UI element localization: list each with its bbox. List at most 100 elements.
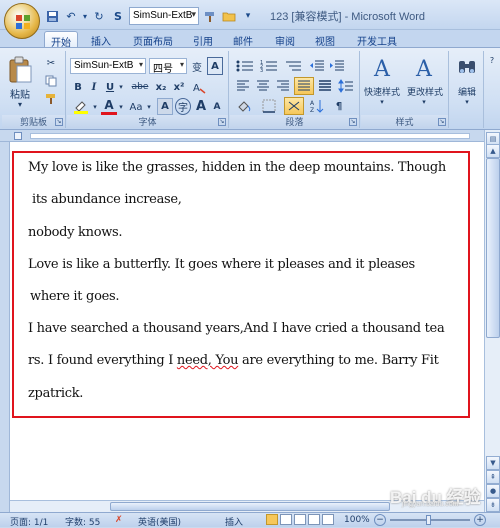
italic-button[interactable]: I <box>87 79 101 95</box>
undo-dropdown-icon[interactable]: ▾ <box>82 8 88 24</box>
change-styles-button[interactable]: 更改样式 <box>403 85 447 98</box>
tab-selector-icon[interactable] <box>14 132 22 140</box>
change-case-button[interactable]: Aa <box>127 99 145 115</box>
change-styles-dropdown-icon[interactable]: ▾ <box>417 97 431 107</box>
highlight-dropdown-icon[interactable]: ▾ <box>91 99 99 115</box>
tab-developer[interactable]: 开发工具 <box>352 31 402 48</box>
customize-qat-icon[interactable]: ▾ <box>240 8 256 24</box>
change-case-dropdown-icon[interactable]: ▾ <box>145 99 153 115</box>
scroll-up-icon[interactable]: ▲ <box>486 144 500 158</box>
hscroll-thumb[interactable] <box>110 502 390 511</box>
quick-styles-icon[interactable]: A <box>367 55 397 83</box>
underline-button[interactable]: U <box>103 79 117 95</box>
select-browse-object-icon[interactable]: ● <box>486 484 500 498</box>
vertical-ruler[interactable] <box>0 142 10 512</box>
paragraph-launcher-icon[interactable]: ↘ <box>349 118 357 126</box>
decrease-indent-icon[interactable] <box>308 58 326 74</box>
ribbon-help-icon[interactable]: ? <box>486 54 498 66</box>
shrink-font-button[interactable]: A <box>209 99 225 115</box>
bullets-icon[interactable] <box>234 58 256 74</box>
insert-mode[interactable]: 插入 <box>225 515 243 528</box>
change-styles-icon[interactable]: A <box>409 55 439 83</box>
editing-dropdown-icon[interactable]: ▾ <box>460 97 474 107</box>
clear-formatting-icon[interactable]: A <box>191 79 207 95</box>
multilevel-list-icon[interactable] <box>282 58 304 74</box>
paste-icon[interactable] <box>6 55 34 85</box>
cut-icon[interactable]: ✂ <box>42 55 60 71</box>
page-count[interactable]: 页面: 1/1 <box>10 515 48 528</box>
numbering-icon[interactable]: 123 <box>258 58 280 74</box>
horizontal-ruler[interactable] <box>0 130 484 142</box>
undo-icon[interactable]: ↶ <box>63 8 79 24</box>
font-launcher-icon[interactable]: ↘ <box>218 118 226 126</box>
binoculars-icon[interactable] <box>455 55 479 79</box>
tab-mailings[interactable]: 邮件 <box>228 31 258 48</box>
font-name-select[interactable]: SimSun-ExtB <box>70 58 146 74</box>
quick-styles-button[interactable]: 快速样式 <box>361 85 403 98</box>
justify-icon[interactable] <box>294 77 314 95</box>
outline-icon[interactable] <box>308 514 320 525</box>
sort-icon[interactable]: AZ <box>308 98 326 114</box>
character-border-button[interactable]: A <box>207 57 223 75</box>
proofing-error-icon[interactable]: ✗ <box>115 515 123 525</box>
highlight-icon[interactable] <box>71 99 91 115</box>
paste-dropdown-icon[interactable]: ▾ <box>6 99 34 109</box>
align-center-icon[interactable] <box>254 78 272 94</box>
zoom-slider-thumb[interactable] <box>426 515 431 525</box>
save-icon[interactable] <box>44 8 60 24</box>
bold-button[interactable]: B <box>71 79 85 95</box>
next-page-icon[interactable]: ⇟ <box>486 498 500 512</box>
editing-button[interactable]: 编辑 <box>452 85 482 98</box>
tab-page-layout[interactable]: 页面布局 <box>126 31 180 48</box>
character-shading-button[interactable]: A <box>157 98 173 115</box>
copy-icon[interactable] <box>42 73 60 89</box>
strikethrough-button[interactable]: abe <box>129 79 151 95</box>
redo-icon[interactable]: ↻ <box>91 8 107 24</box>
web-layout-icon[interactable] <box>294 514 306 525</box>
styles-launcher-icon[interactable]: ↘ <box>438 118 446 126</box>
font-size-select[interactable]: 四号 <box>149 58 187 75</box>
clipboard-launcher-icon[interactable]: ↘ <box>55 118 63 126</box>
scroll-thumb[interactable] <box>486 158 500 338</box>
font-color-button[interactable]: A <box>101 97 117 115</box>
align-right-icon[interactable] <box>274 78 292 94</box>
format-painter-icon[interactable] <box>42 91 60 107</box>
quick-styles-dropdown-icon[interactable]: ▾ <box>375 97 389 107</box>
line-spacing-icon[interactable] <box>336 78 356 94</box>
open-folder-icon[interactable] <box>221 8 237 24</box>
enclose-characters-icon[interactable]: 字 <box>175 98 191 115</box>
word-count[interactable]: 字数: 55 <box>65 515 100 528</box>
format-painter-quick-icon[interactable] <box>202 8 218 24</box>
quick-font-select[interactable]: SimSun-ExtB <box>129 7 199 25</box>
subscript-button[interactable]: x₂ <box>153 79 169 95</box>
tab-references[interactable]: 引用 <box>188 31 218 48</box>
previous-page-icon[interactable]: ⇞ <box>486 470 500 484</box>
office-button[interactable] <box>4 3 40 39</box>
paste-button[interactable]: 粘贴 <box>4 87 36 101</box>
borders-icon[interactable] <box>258 98 280 114</box>
print-layout-icon[interactable] <box>266 514 278 525</box>
font-size-quick-icon[interactable]: S <box>110 8 126 24</box>
chinese-layout-icon[interactable] <box>284 97 304 115</box>
vertical-scrollbar[interactable]: ▤ ▲ ▼ ⇞ ● ⇟ <box>484 130 500 512</box>
show-marks-icon[interactable]: ¶ <box>330 98 348 114</box>
language-indicator[interactable]: 英语(美国) <box>138 515 181 528</box>
zoom-level[interactable]: 100% <box>344 515 370 525</box>
underline-dropdown-icon[interactable]: ▾ <box>117 79 125 95</box>
superscript-button[interactable]: x² <box>171 79 187 95</box>
grow-font-button[interactable]: A <box>193 97 209 115</box>
zoom-in-icon[interactable]: + <box>474 514 486 526</box>
scroll-down-icon[interactable]: ▼ <box>486 456 500 470</box>
tab-insert[interactable]: 插入 <box>86 31 116 48</box>
draft-icon[interactable] <box>322 514 334 525</box>
align-left-icon[interactable] <box>234 78 252 94</box>
increase-indent-icon[interactable] <box>328 58 346 74</box>
phonetic-guide-button[interactable]: 变 <box>189 57 205 75</box>
tab-review[interactable]: 审阅 <box>270 31 300 48</box>
shading-icon[interactable] <box>234 98 256 114</box>
font-color-dropdown-icon[interactable]: ▾ <box>117 99 125 115</box>
tab-home[interactable]: 开始 <box>44 31 78 49</box>
full-screen-reading-icon[interactable] <box>280 514 292 525</box>
zoom-out-icon[interactable]: − <box>374 514 386 526</box>
distributed-icon[interactable] <box>316 78 334 94</box>
